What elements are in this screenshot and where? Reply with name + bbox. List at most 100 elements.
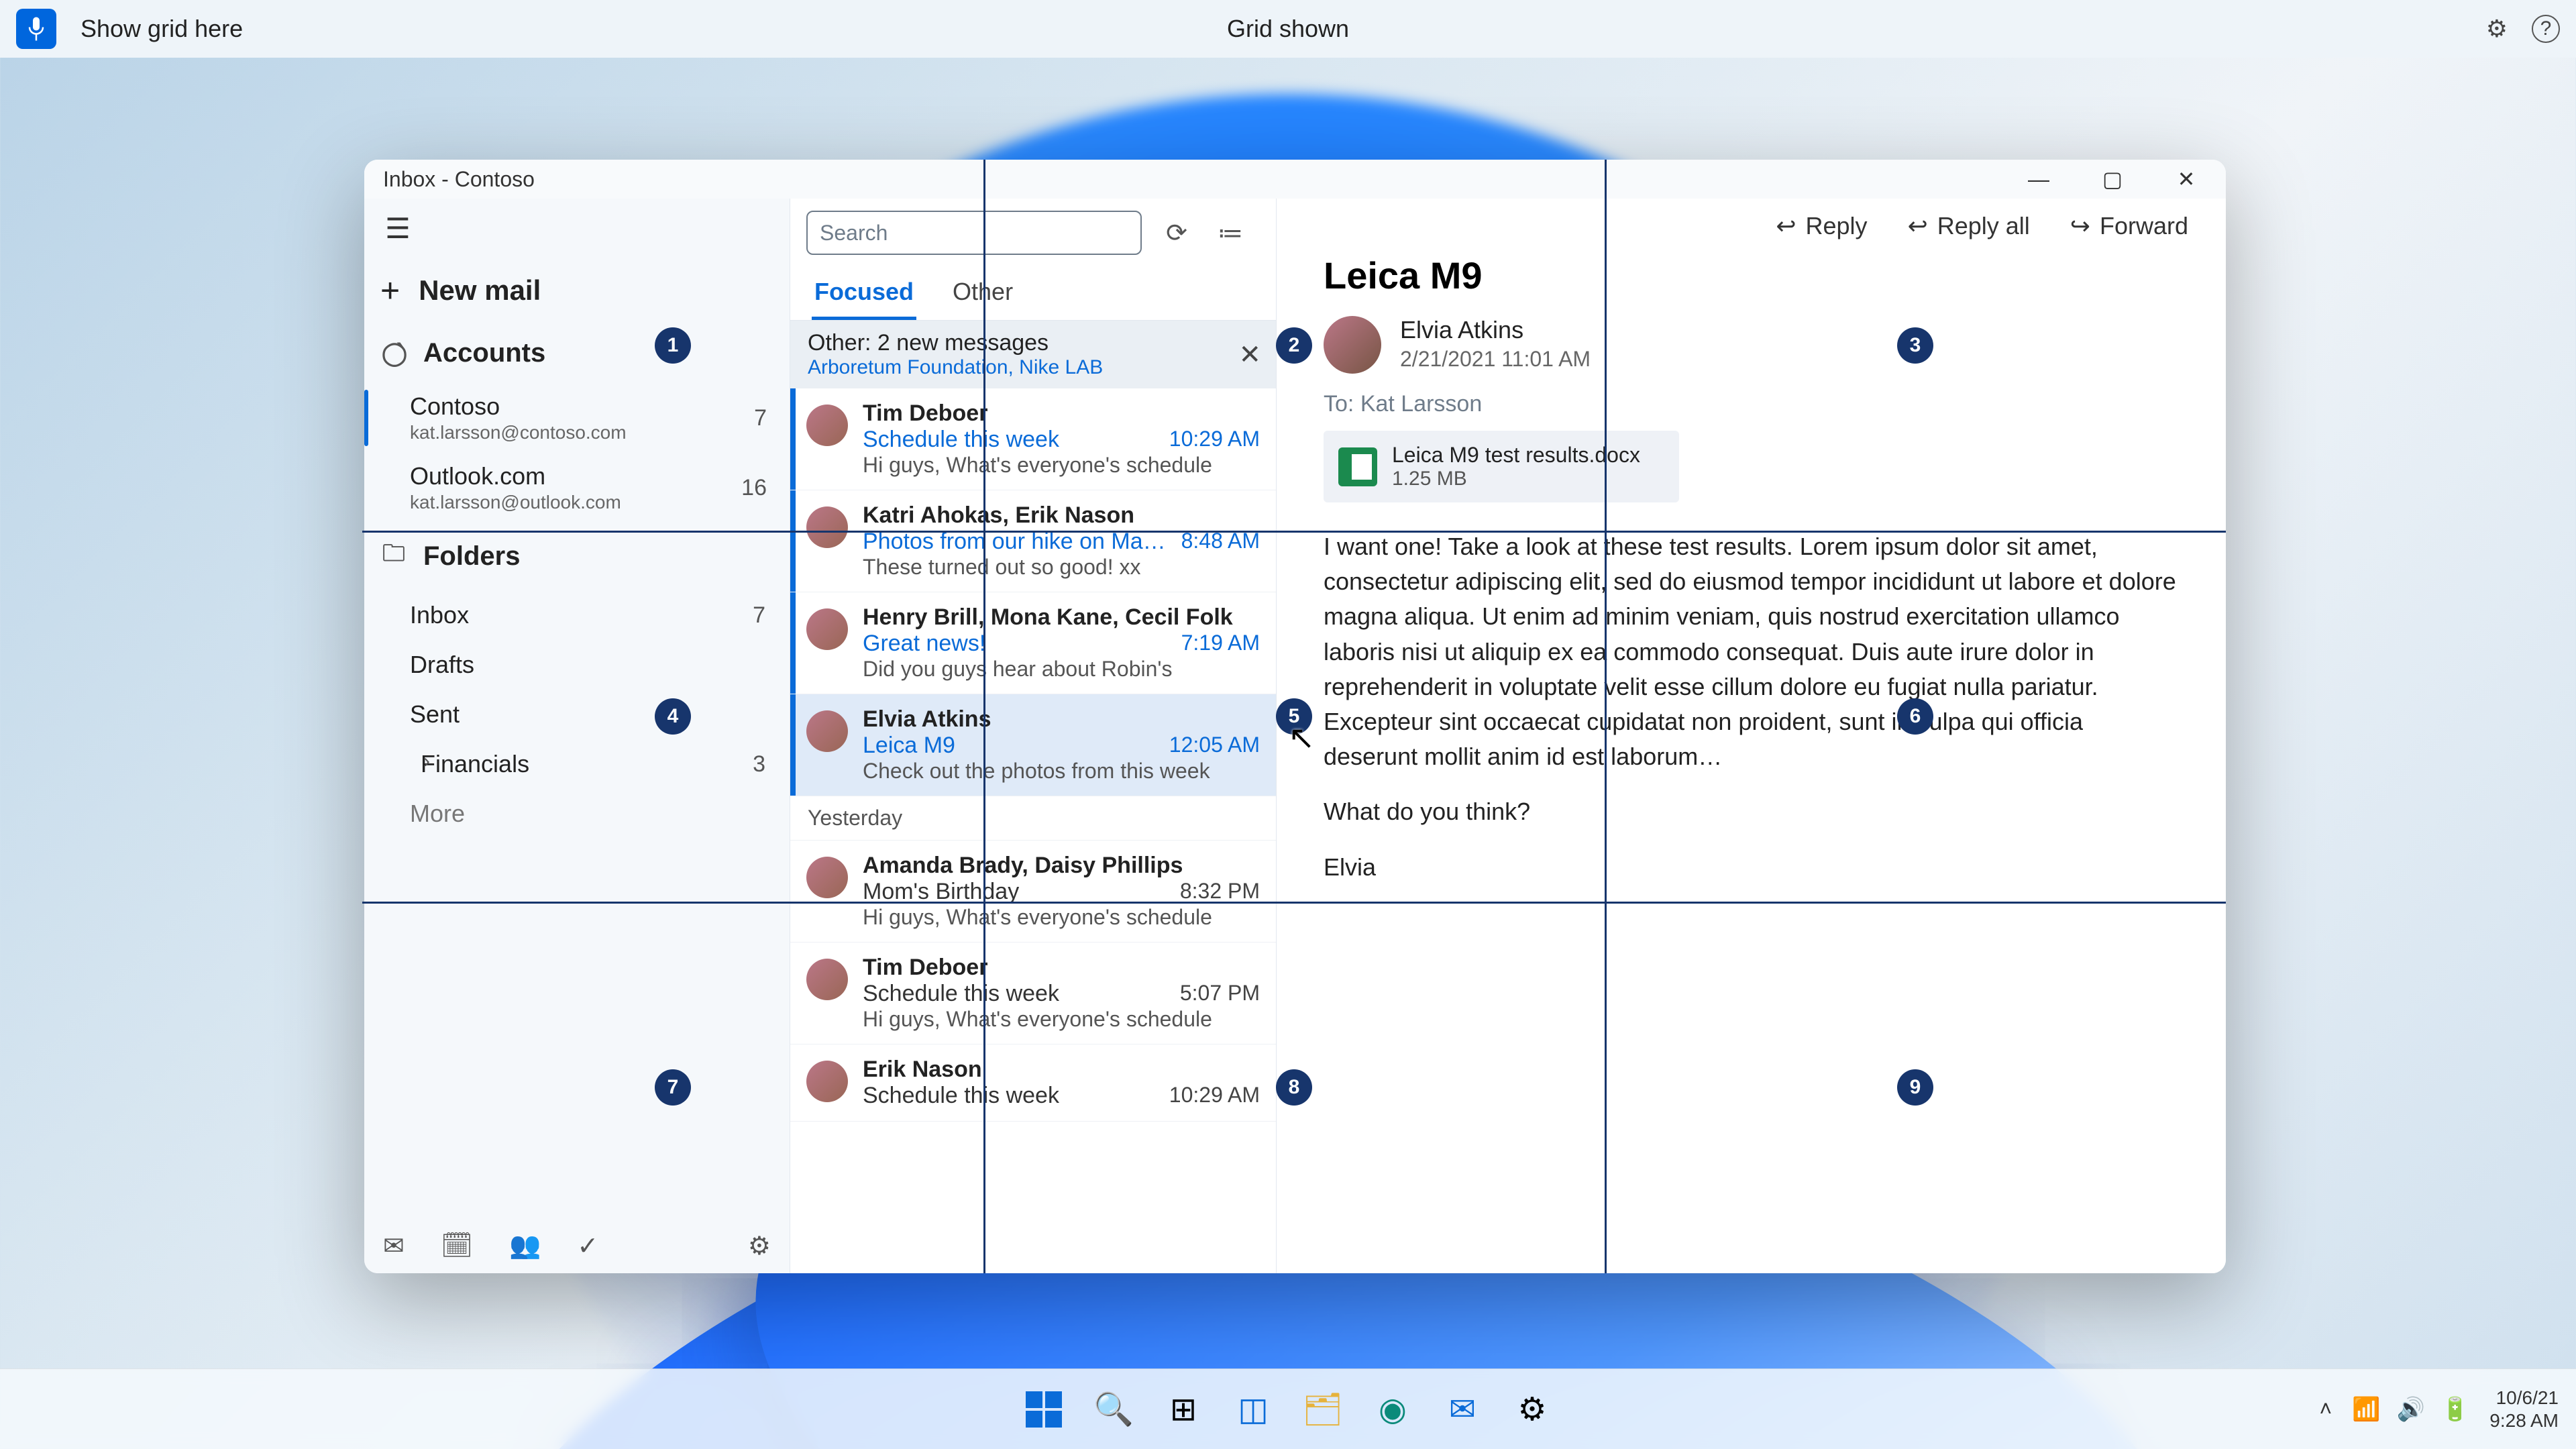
people-icon[interactable]: 👥 [509, 1231, 541, 1261]
voice-status-text: Grid shown [1227, 15, 1349, 43]
avatar [806, 857, 848, 898]
file-explorer-icon[interactable]: 🗂 [1295, 1382, 1350, 1437]
message-subject: Photos from our hike on Maple [863, 529, 1168, 555]
todo-icon[interactable]: ✓ [577, 1231, 598, 1261]
tray-chevron-icon[interactable]: ˄ [2320, 1397, 2332, 1421]
accounts-label: Accounts [423, 338, 545, 368]
recipients: To: Kat Larsson [1324, 391, 2179, 417]
new-mail-label: New mail [419, 274, 541, 307]
to-label: To: [1324, 391, 1354, 417]
search-placeholder: Search [820, 221, 888, 246]
message-from: Elvia Atkins [863, 706, 1260, 733]
hamburger-button[interactable]: ☰ [378, 208, 418, 248]
select-mode-icon[interactable]: ≔ [1212, 218, 1249, 248]
attachment[interactable]: Leica M9 test results.docx 1.25 MB [1324, 431, 1679, 502]
search-input[interactable]: Search [806, 211, 1142, 255]
folder-inbox[interactable]: Inbox 7 [364, 590, 790, 640]
task-view-button[interactable]: ⊞ [1156, 1382, 1211, 1437]
attachment-size: 1.25 MB [1392, 468, 1640, 490]
battery-icon[interactable]: 🔋 [2441, 1396, 2469, 1423]
message-item[interactable]: Henry Brill, Mona Kane, Cecil FolkGreat … [790, 592, 1276, 694]
titlebar[interactable]: Inbox - Contoso ― ▢ ✕ [364, 160, 2226, 199]
account-name: Contoso [410, 392, 627, 421]
body-paragraph: What do you think? [1324, 794, 2179, 829]
message-time: 7:19 AM [1181, 631, 1260, 657]
new-mail-button[interactable]: + New mail [364, 258, 790, 323]
network-icon[interactable]: 📶 [2352, 1396, 2380, 1423]
other-banner[interactable]: Other: 2 new messages Arboretum Foundati… [790, 321, 1276, 388]
search-button[interactable]: 🔍 [1086, 1382, 1141, 1437]
account-email: kat.larsson@contoso.com [410, 422, 627, 443]
message-from: Katri Ahokas, Erik Nason [863, 502, 1260, 529]
folder-count: 7 [753, 602, 765, 629]
reader-subject: Leica M9 [1324, 254, 2179, 297]
tab-focused[interactable]: Focused [812, 267, 916, 320]
message-time: 10:29 AM [1169, 427, 1260, 453]
account-outlook[interactable]: Outlook.com kat.larsson@outlook.com 16 [364, 453, 790, 523]
settings-icon[interactable]: ⚙ [748, 1231, 771, 1261]
avatar [806, 959, 848, 1000]
settings-app-icon[interactable]: ⚙ [1505, 1382, 1560, 1437]
accounts-header[interactable]: ◯̀ Accounts [364, 323, 790, 383]
folder-financials[interactable]: ›Financials 3 [364, 739, 790, 789]
dismiss-banner-icon[interactable]: ✕ [1238, 339, 1261, 370]
minimize-button[interactable]: ― [2002, 160, 2076, 199]
mail-icon[interactable]: ✉ [383, 1231, 405, 1261]
message-item[interactable]: Amanda Brady, Daisy PhillipsMom's Birthd… [790, 841, 1276, 943]
voice-access-bar: Show grid here Grid shown ⚙ ? [0, 0, 2576, 58]
message-item[interactable]: Erik NasonSchedule this week10:29 AM [790, 1044, 1276, 1122]
mouse-cursor: ↖ [1288, 719, 1315, 757]
folder-drafts[interactable]: Drafts [364, 640, 790, 690]
account-contoso[interactable]: Contoso kat.larsson@contoso.com 7 [364, 383, 790, 453]
settings-icon[interactable]: ⚙ [2486, 15, 2508, 43]
folders-more[interactable]: More [364, 789, 790, 839]
widgets-button[interactable]: ◫ [1226, 1382, 1281, 1437]
message-item[interactable]: Tim DeboerSchedule this week5:07 PMHi gu… [790, 943, 1276, 1044]
voice-command-text: Show grid here [80, 15, 243, 43]
taskbar[interactable]: 🔍 ⊞ ◫ 🗂 ◉ ✉ ⚙ ˄ 📶 🔊 🔋 10/6/21 9:28 AM [0, 1368, 2576, 1449]
message-preview: These turned out so good! xx [863, 555, 1260, 580]
start-button[interactable] [1016, 1382, 1071, 1437]
folder-icon: 🗀 [382, 537, 406, 576]
reply-all-button[interactable]: ↩Reply all [1908, 212, 2030, 240]
message-from: Erik Nason [863, 1057, 1260, 1083]
avatar [806, 710, 848, 752]
message-subject: Leica M9 [863, 733, 955, 759]
volume-icon[interactable]: 🔊 [2397, 1396, 2425, 1423]
clock[interactable]: 10/6/21 9:28 AM [2489, 1387, 2559, 1432]
folders-header[interactable]: 🗀 Folders [364, 523, 790, 590]
message-preview: Hi guys, What's everyone's schedule [863, 905, 1260, 930]
more-label: More [410, 800, 465, 828]
person-icon: ◯̀ [382, 340, 406, 367]
reply-all-icon: ↩ [1908, 212, 1928, 240]
reply-label: Reply [1806, 212, 1868, 240]
calendar-icon[interactable]: 🗓 [441, 1231, 473, 1261]
forward-label: Forward [2100, 212, 2188, 240]
tab-other[interactable]: Other [950, 267, 1016, 320]
sent-date: 2/21/2021 11:01 AM [1400, 347, 1591, 372]
message-subject: Schedule this week [863, 981, 1059, 1007]
folder-sent[interactable]: Sent [364, 690, 790, 739]
maximize-button[interactable]: ▢ [2076, 160, 2149, 199]
close-button[interactable]: ✕ [2149, 160, 2223, 199]
sync-icon[interactable]: ⟳ [1158, 218, 1195, 248]
folder-name: Drafts [410, 651, 474, 679]
help-icon[interactable]: ? [2532, 15, 2560, 43]
message-item[interactable]: Elvia AtkinsLeica M912:05 AMCheck out th… [790, 694, 1276, 796]
message-item[interactable]: Katri Ahokas, Erik NasonPhotos from our … [790, 490, 1276, 592]
excel-icon [1338, 447, 1377, 486]
message-item[interactable]: Tim DeboerSchedule this week10:29 AMHi g… [790, 388, 1276, 490]
reply-button[interactable]: ↩Reply [1776, 212, 1867, 240]
chevron-right-icon: › [423, 750, 430, 773]
account-count: 16 [741, 475, 767, 501]
day-header: Yesterday [790, 796, 1276, 841]
mail-app-icon[interactable]: ✉ [1435, 1382, 1490, 1437]
folder-name: Inbox [410, 601, 469, 629]
message-subject: Schedule this week [863, 1083, 1059, 1109]
mic-button[interactable] [16, 9, 56, 49]
forward-button[interactable]: ↪Forward [2070, 212, 2188, 240]
message-time: 5:07 PM [1180, 981, 1260, 1007]
attachment-name: Leica M9 test results.docx [1392, 443, 1640, 468]
to-name: Kat Larsson [1360, 391, 1482, 417]
edge-icon[interactable]: ◉ [1365, 1382, 1420, 1437]
